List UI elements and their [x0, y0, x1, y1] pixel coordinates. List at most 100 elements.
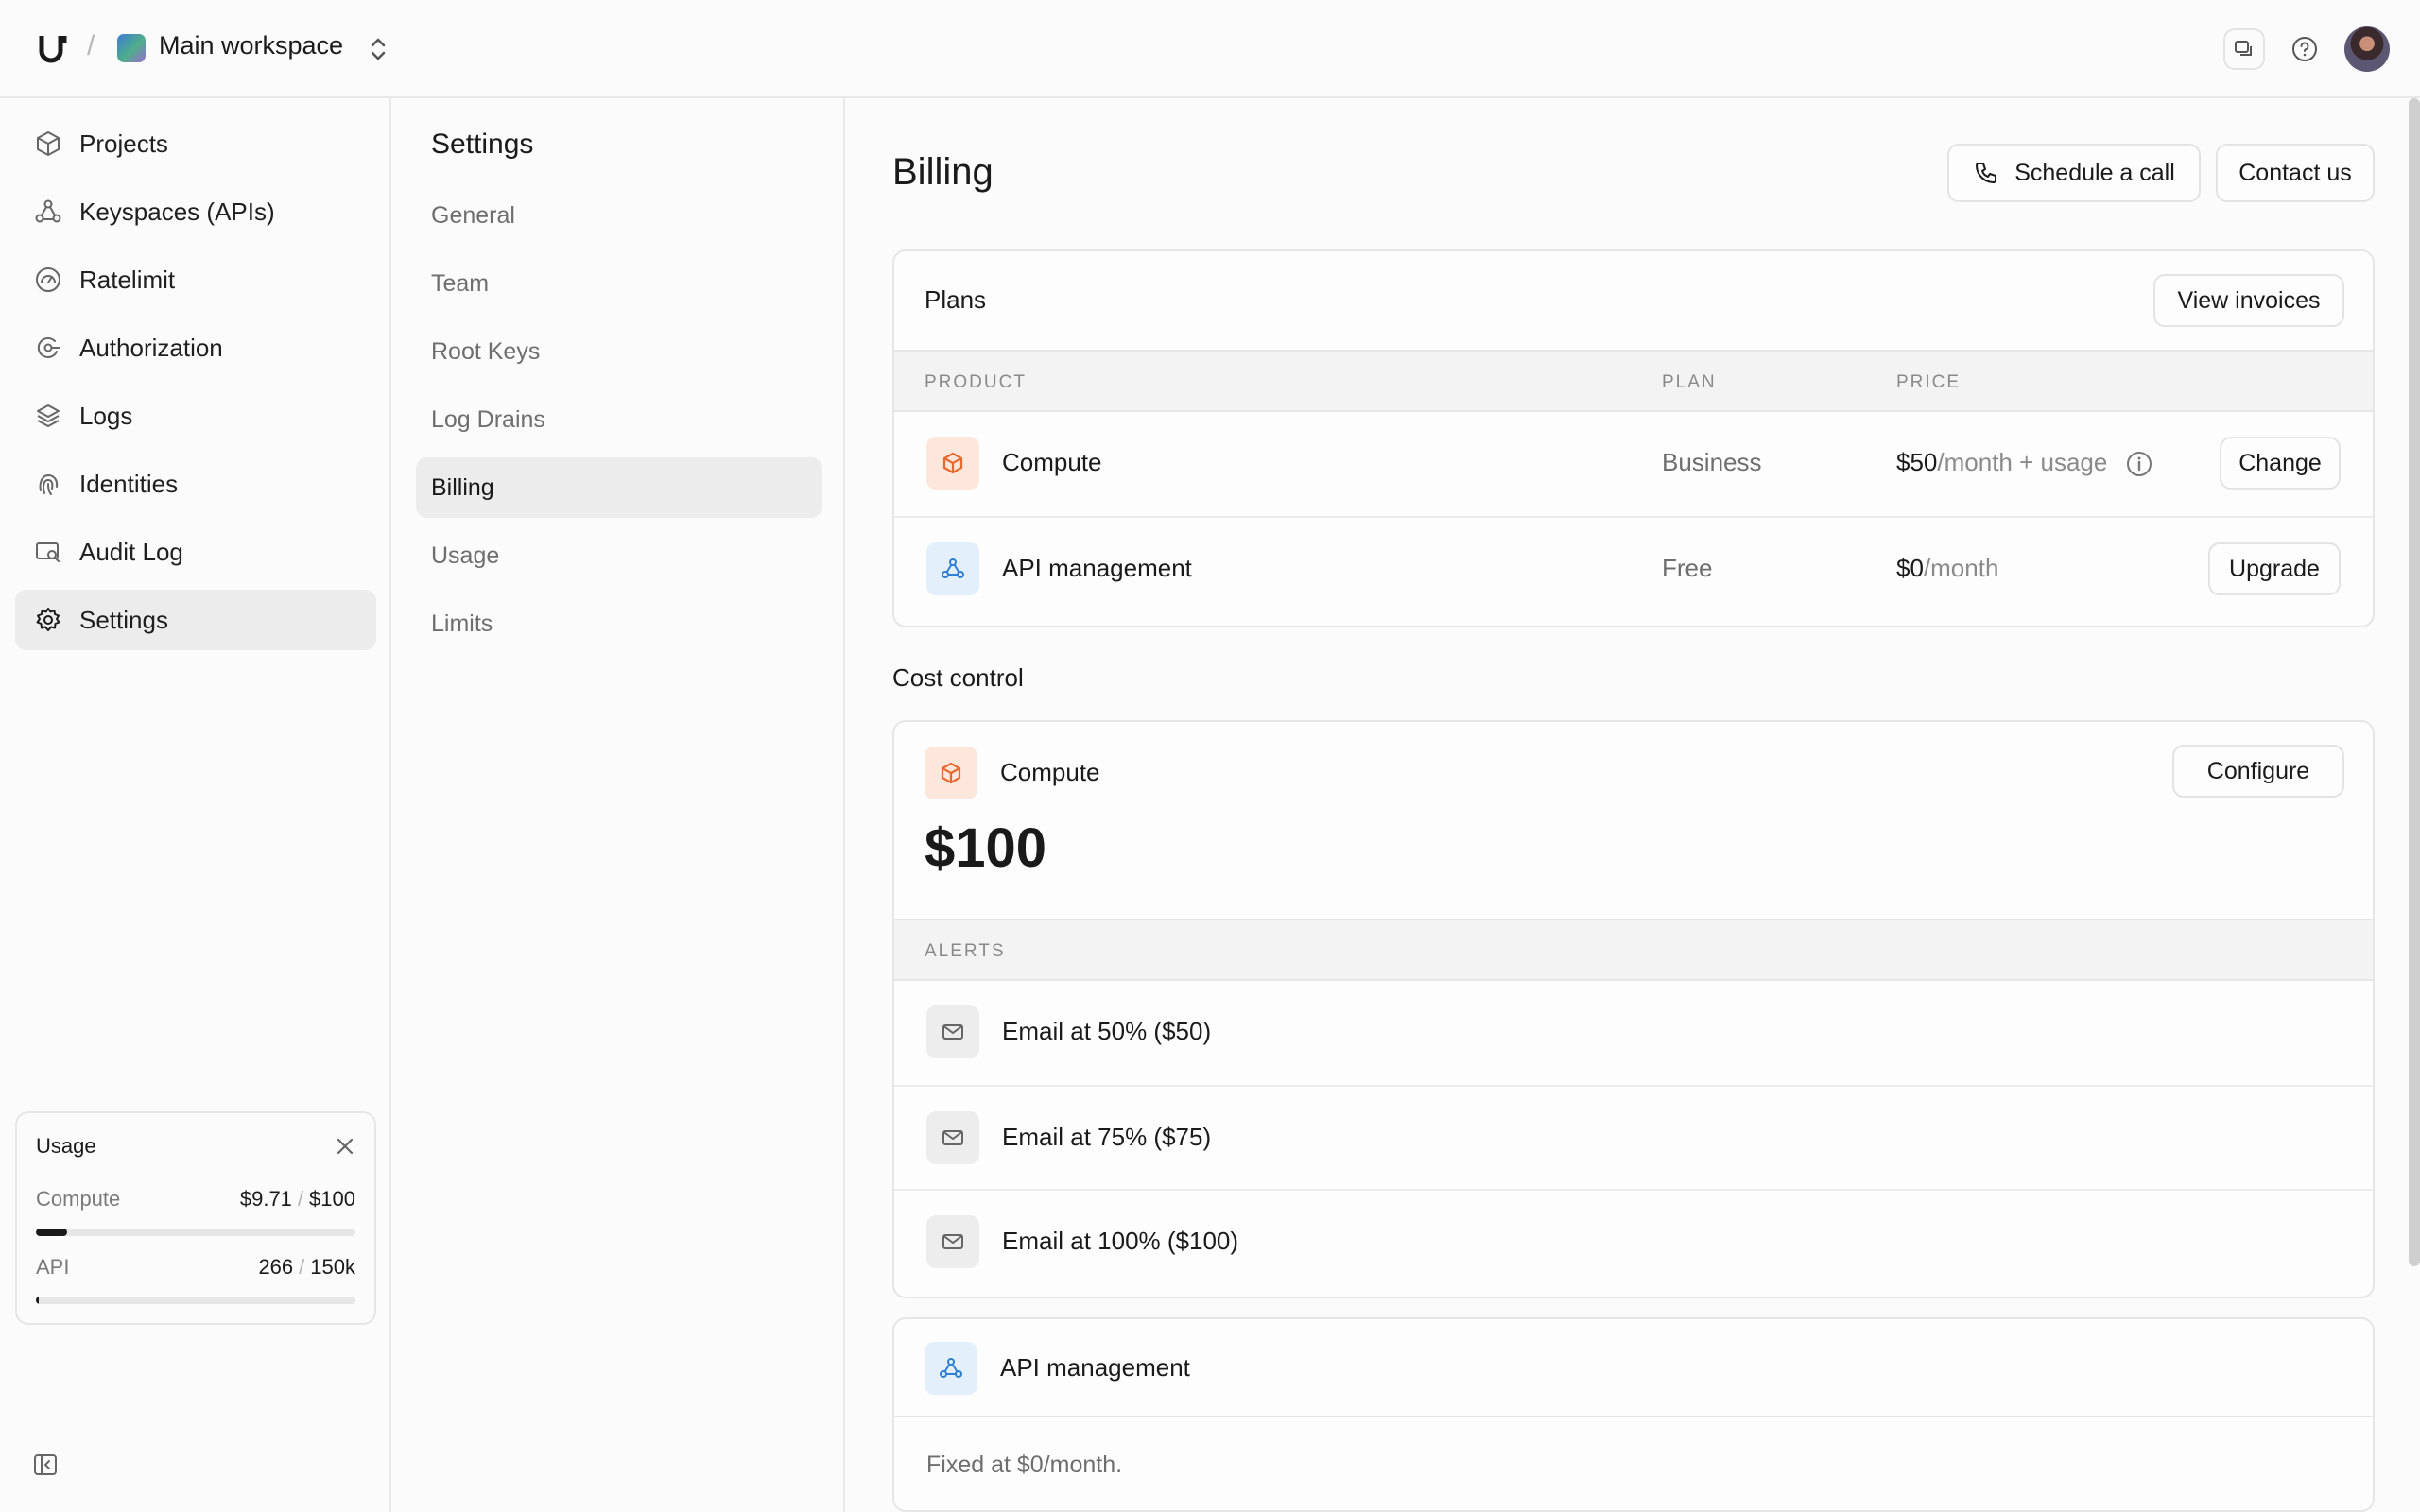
mail-icon-box — [926, 1215, 979, 1268]
table-row: Compute Business $50/month + usage Chang… — [894, 412, 2373, 516]
settings-item-team[interactable]: Team — [416, 253, 822, 314]
shield-key-icon — [37, 336, 60, 358]
alert-row: Email at 50% ($50) — [894, 981, 2373, 1085]
plans-card: Plans View invoices PRODUCT PLAN PRICE C… — [892, 249, 2375, 627]
breadcrumb-separator: / — [87, 30, 95, 61]
page-title: Billing — [892, 151, 994, 193]
cube-icon — [942, 452, 963, 474]
sidebar-item-logs[interactable]: Logs — [15, 386, 376, 446]
column-header-plan: PLAN — [1662, 372, 1717, 392]
sidebar-item-settings[interactable]: Settings — [15, 590, 376, 650]
usage-compute-value: $9.71/$100 — [239, 1187, 355, 1211]
mail-icon — [942, 1130, 963, 1145]
sidebar-item-label: Logs — [79, 401, 133, 430]
sidebar-item-label: Authorization — [79, 333, 223, 362]
alert-label: Email at 50% ($50) — [1002, 1017, 1212, 1045]
upgrade-plan-button[interactable]: Upgrade — [2208, 542, 2341, 595]
unkey-logo-icon[interactable] — [38, 32, 68, 64]
plan-name: Free — [1662, 554, 1713, 582]
schedule-call-label: Schedule a call — [2014, 159, 2175, 186]
monitor-search-icon — [36, 542, 60, 562]
sidebar-item-ratelimit[interactable]: Ratelimit — [15, 249, 376, 310]
settings-item-general[interactable]: General — [416, 185, 822, 246]
plans-table-header: PRODUCT PLAN PRICE — [894, 350, 2373, 412]
spend-limit-amount: $100 — [925, 817, 1047, 879]
sidebar-item-projects[interactable]: Projects — [15, 113, 376, 174]
info-icon[interactable] — [2125, 450, 2153, 478]
workspace-avatar-icon — [117, 34, 146, 62]
usage-api-value: 266/150k — [258, 1255, 355, 1279]
chevron-up-down-icon[interactable] — [367, 34, 389, 64]
alert-label: Email at 100% ($100) — [1002, 1227, 1239, 1255]
help-circle-icon — [2292, 37, 2317, 61]
usage-compute-label: Compute — [36, 1187, 121, 1211]
sidebar-item-label: Identities — [79, 469, 179, 498]
mail-icon — [942, 1024, 963, 1040]
cost-control-compute-label: Compute — [1000, 758, 1100, 786]
billing-main: Billing Schedule a call Contact us Plans… — [847, 98, 2420, 1512]
cost-control-title: Cost control — [892, 663, 1024, 692]
settings-item-limits[interactable]: Limits — [416, 593, 822, 654]
settings-title: Settings — [431, 129, 534, 160]
sidebar-item-keyspaces[interactable]: Keyspaces (APIs) — [15, 181, 376, 242]
product-name: API management — [1002, 554, 1192, 582]
column-header-price: PRICE — [1896, 372, 1962, 392]
close-icon[interactable] — [335, 1136, 355, 1157]
sidebar-item-identities[interactable]: Identities — [15, 454, 376, 514]
schedule-call-button[interactable]: Schedule a call — [1947, 144, 2201, 202]
top-bar: / Main workspace — [0, 0, 2420, 98]
cost-control-compute-card: Compute Configure $100 ALERTS Email at 5… — [892, 720, 2375, 1298]
feedback-button[interactable] — [2223, 28, 2265, 70]
product-name: Compute — [1002, 448, 1102, 476]
settings-item-usage[interactable]: Usage — [416, 525, 822, 586]
gauge-icon — [36, 267, 60, 292]
settings-item-billing[interactable]: Billing — [416, 457, 822, 518]
usage-compute-bar — [36, 1228, 355, 1236]
settings-item-root-keys[interactable]: Root Keys — [416, 321, 822, 382]
cube-icon — [37, 131, 60, 156]
api-product-icon — [926, 542, 979, 595]
settings-item-log-drains[interactable]: Log Drains — [416, 389, 822, 450]
plan-price: $0/month — [1896, 554, 1999, 582]
sidebar-item-label: Settings — [79, 605, 168, 634]
plan-name: Business — [1662, 448, 1762, 476]
settings-sidebar: Settings General Team Root Keys Log Drai… — [393, 98, 845, 1512]
plan-price: $50/month + usage — [1896, 448, 2108, 476]
alerts-header: ALERTS — [894, 919, 2373, 981]
view-invoices-button[interactable]: View invoices — [2153, 274, 2344, 327]
alerts-header-label: ALERTS — [925, 941, 1006, 961]
cost-control-api-card: API management Fixed at $0/month. — [892, 1317, 2375, 1512]
divider — [894, 1416, 2373, 1418]
column-header-product: PRODUCT — [925, 372, 1027, 392]
sidebar-item-label: Projects — [79, 129, 168, 158]
workspace-name[interactable]: Main workspace — [159, 31, 343, 60]
sidebar-item-label: Keyspaces (APIs) — [79, 197, 275, 226]
chat-bubbles-icon — [2235, 41, 2252, 56]
user-avatar[interactable] — [2344, 26, 2390, 72]
nodes-icon — [942, 558, 964, 578]
change-plan-button[interactable]: Change — [2220, 437, 2341, 490]
gear-icon — [36, 608, 60, 631]
usage-api-label: API — [36, 1255, 70, 1279]
api-fixed-note: Fixed at $0/month. — [926, 1452, 1123, 1478]
sidebar-item-audit-log[interactable]: Audit Log — [15, 522, 376, 582]
plans-title: Plans — [925, 285, 987, 314]
alert-row: Email at 100% ($100) — [894, 1189, 2373, 1293]
main-scrollbar[interactable] — [2409, 98, 2420, 1266]
nodes-icon — [940, 1358, 962, 1378]
compute-product-icon — [926, 437, 979, 490]
sidebar-item-authorization[interactable]: Authorization — [15, 318, 376, 378]
sidebar-item-label: Ratelimit — [79, 265, 176, 294]
sidebar-collapse-icon[interactable] — [32, 1452, 59, 1478]
api-product-icon — [925, 1342, 977, 1395]
mail-icon — [942, 1234, 963, 1249]
usage-title: Usage — [36, 1134, 96, 1158]
phone-icon — [1976, 163, 1997, 183]
cost-control-api-label: API management — [1000, 1353, 1190, 1382]
configure-button[interactable]: Configure — [2172, 745, 2344, 798]
alert-label: Email at 75% ($75) — [1002, 1123, 1212, 1151]
contact-us-button[interactable]: Contact us — [2216, 144, 2375, 202]
compute-product-icon — [925, 747, 977, 799]
help-button[interactable] — [2284, 28, 2325, 70]
cube-icon — [941, 762, 961, 784]
